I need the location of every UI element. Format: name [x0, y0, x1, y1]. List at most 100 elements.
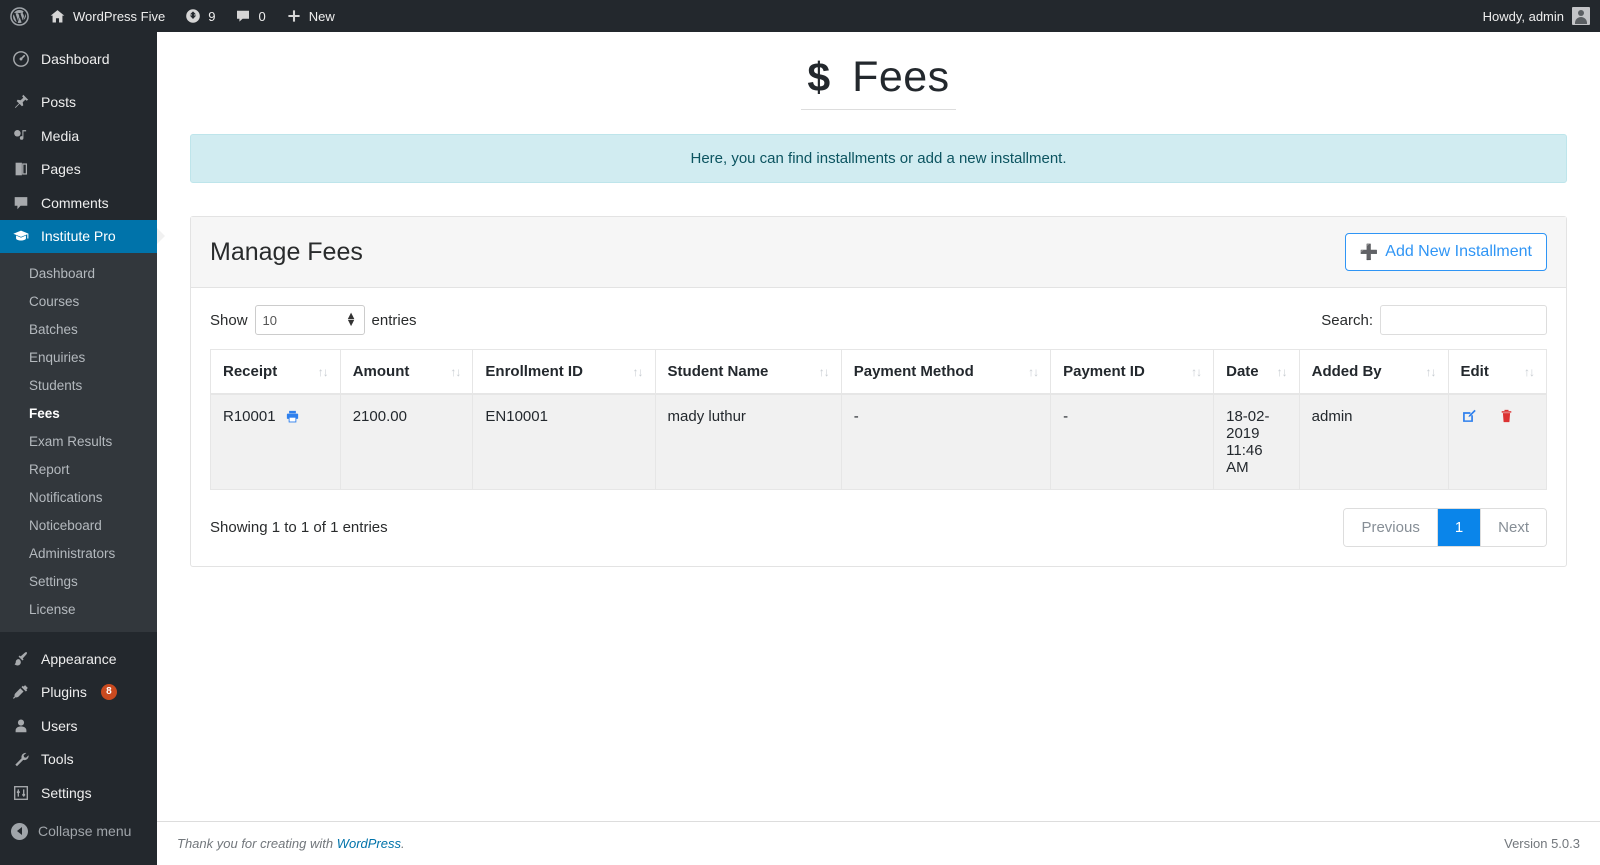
- table-body: R10001 2100.00 EN10001 mady luthur - - 1…: [210, 393, 1547, 490]
- column-label: Student Name: [667, 363, 769, 380]
- trash-icon[interactable]: [1499, 408, 1514, 424]
- sort-icon: ↑↓: [1028, 364, 1039, 379]
- new-content-menu[interactable]: New: [276, 0, 345, 32]
- submenu-item-report[interactable]: Report: [0, 456, 157, 484]
- submenu-item-enquiries[interactable]: Enquiries: [0, 344, 157, 372]
- site-name-label: WordPress Five: [73, 8, 166, 24]
- footer-thanks-suffix: .: [401, 836, 405, 851]
- sidebar-item-tools[interactable]: Tools: [0, 743, 157, 777]
- menu-spacer-1: [0, 76, 157, 86]
- sidebar-item-label: Tools: [41, 751, 74, 768]
- plugins-plug-icon: [11, 683, 31, 701]
- sidebar-item-media[interactable]: Media: [0, 119, 157, 153]
- entries-label: entries: [371, 311, 417, 329]
- column-label: Payment Method: [853, 363, 974, 380]
- search-input[interactable]: [1380, 305, 1547, 335]
- submenu-item-dashboard[interactable]: Dashboard: [0, 260, 157, 288]
- manage-fees-card: Manage Fees ➕ Add New Installment Show 1…: [190, 216, 1567, 567]
- cell-payment-id: -: [1050, 393, 1215, 490]
- search-label: Search:: [1321, 311, 1373, 329]
- sort-icon: ↑↓: [1425, 364, 1437, 379]
- collapse-menu-button[interactable]: Collapse menu: [0, 815, 157, 849]
- my-account-menu[interactable]: Howdy, admin: [1483, 7, 1600, 25]
- column-header-payment-id[interactable]: Payment ID ↑↓: [1050, 349, 1215, 395]
- submenu-item-exam-results[interactable]: Exam Results: [0, 428, 157, 456]
- sidebar-item-plugins[interactable]: Plugins 8: [0, 676, 157, 710]
- cell-date: 18-02-2019 11:46 AM: [1213, 393, 1300, 490]
- pages-icon: [11, 160, 31, 178]
- submenu-item-noticeboard[interactable]: Noticeboard: [0, 512, 157, 540]
- submenu-item-notifications[interactable]: Notifications: [0, 484, 157, 512]
- column-label: Receipt: [223, 363, 278, 380]
- print-icon[interactable]: [285, 409, 300, 424]
- sidebar-item-label: Pages: [41, 161, 81, 178]
- main-content: $ Fees Here, you can find installments o…: [157, 32, 1600, 865]
- submenu-item-courses[interactable]: Courses: [0, 288, 157, 316]
- submenu-item-administrators[interactable]: Administrators: [0, 540, 157, 568]
- wordpress-logo-icon: [10, 6, 29, 26]
- column-header-added-by[interactable]: Added By ↑↓: [1298, 349, 1449, 395]
- sidebar-item-posts[interactable]: Posts: [0, 86, 157, 120]
- media-icon: [11, 127, 31, 145]
- search-control: Search:: [1321, 305, 1547, 335]
- column-header-student-name[interactable]: Student Name ↑↓: [654, 349, 842, 395]
- updates-menu[interactable]: 9: [175, 0, 225, 32]
- comments-menu[interactable]: 0: [225, 0, 275, 32]
- page-title-wrap: $ Fees: [801, 53, 956, 110]
- sidebar-item-label: Plugins: [41, 684, 87, 701]
- sidebar-item-label: Appearance: [41, 650, 117, 667]
- page-title-text: Fees: [852, 53, 950, 101]
- appearance-brush-icon: [11, 650, 31, 668]
- avatar: [1572, 7, 1590, 25]
- datatable-controls: Show 102550100 ▲▼ entries Search:: [210, 305, 1547, 335]
- wordpress-link[interactable]: WordPress: [337, 836, 401, 851]
- pagination-page-1[interactable]: 1: [1437, 509, 1482, 546]
- add-new-installment-label: Add New Installment: [1385, 243, 1532, 260]
- edit-pencil-icon[interactable]: [1461, 408, 1477, 424]
- sidebar-item-users[interactable]: Users: [0, 709, 157, 743]
- sidebar-item-comments[interactable]: Comments: [0, 186, 157, 220]
- submenu-item-license[interactable]: License: [0, 596, 157, 624]
- fees-table: Receipt ↑↓ Amount ↑↓ Enrollment ID ↑↓ Stude…: [210, 349, 1547, 490]
- submenu-item-fees[interactable]: Fees: [0, 400, 157, 428]
- column-header-payment-method[interactable]: Payment Method ↑↓: [840, 349, 1052, 395]
- site-name-menu[interactable]: WordPress Five: [39, 0, 175, 32]
- submenu-item-batches[interactable]: Batches: [0, 316, 157, 344]
- cell-student-name: mady luthur: [654, 393, 842, 490]
- pagination-next[interactable]: Next: [1481, 509, 1546, 546]
- sidebar-item-label: Users: [41, 717, 78, 734]
- settings-sliders-icon: [11, 784, 31, 802]
- posts-pin-icon: [11, 93, 31, 111]
- comments-icon: [11, 194, 31, 212]
- table-header-row: Receipt ↑↓ Amount ↑↓ Enrollment ID ↑↓ Stude…: [210, 349, 1547, 395]
- cell-enrollment-id: EN10001: [472, 393, 656, 490]
- entries-select[interactable]: 102550100: [254, 305, 365, 335]
- sidebar-item-label: Posts: [41, 94, 77, 111]
- entries-info: Showing 1 to 1 of 1 entries: [210, 519, 388, 536]
- sidebar-item-settings[interactable]: Settings: [0, 776, 157, 810]
- column-header-amount[interactable]: Amount ↑↓: [339, 349, 474, 395]
- column-header-date[interactable]: Date ↑↓: [1213, 349, 1300, 395]
- sort-icon: ↑↓: [818, 364, 830, 379]
- column-header-enrollment-id[interactable]: Enrollment ID ↑↓: [472, 349, 656, 395]
- pagination-previous[interactable]: Previous: [1344, 509, 1438, 546]
- comments-count: 0: [258, 8, 266, 24]
- tools-wrench-icon: [11, 750, 31, 768]
- sidebar-item-pages[interactable]: Pages: [0, 153, 157, 187]
- column-header-receipt[interactable]: Receipt ↑↓: [210, 349, 341, 395]
- cell-receipt: R10001: [210, 393, 341, 490]
- submenu-item-settings[interactable]: Settings: [0, 568, 157, 596]
- submenu-item-students[interactable]: Students: [0, 372, 157, 400]
- footer-thanks-prefix: Thank you for creating with: [177, 836, 337, 851]
- sidebar-item-appearance[interactable]: Appearance: [0, 642, 157, 676]
- cell-amount: 2100.00: [339, 393, 474, 490]
- column-header-edit[interactable]: Edit ↑↓: [1447, 349, 1547, 395]
- column-label: Added By: [1311, 363, 1382, 380]
- sidebar-item-institute-pro[interactable]: Institute Pro: [0, 219, 165, 253]
- cell-payment-method: -: [840, 393, 1052, 490]
- row-actions: [1461, 408, 1535, 424]
- wp-logo-menu[interactable]: [0, 0, 39, 32]
- sidebar-item-dashboard[interactable]: Dashboard: [0, 42, 157, 76]
- admin-footer: Thank you for creating with WordPress. V…: [157, 821, 1600, 865]
- add-new-installment-button[interactable]: ➕ Add New Installment: [1344, 233, 1547, 271]
